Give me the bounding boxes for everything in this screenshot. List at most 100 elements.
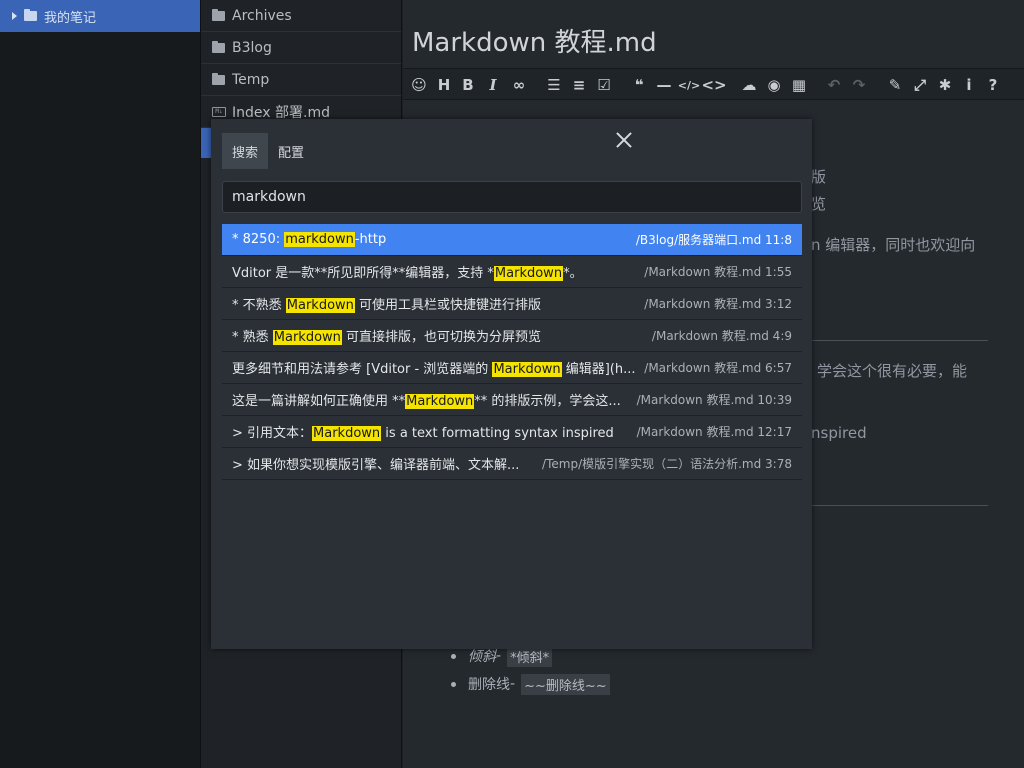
file-item-label: Archives xyxy=(232,7,292,24)
content-text: nspired xyxy=(811,424,867,442)
result-text: * 8250: markdown-http xyxy=(232,232,386,247)
info-icon[interactable]: i xyxy=(959,74,979,96)
result-text-pre: > 如果你想实现模版引擎、编译器前端、文本解... xyxy=(232,458,520,473)
tab-search[interactable]: 搜索 xyxy=(222,133,269,169)
record-icon[interactable]: ◉ xyxy=(764,74,784,96)
edit-mode-icon[interactable]: ✎ xyxy=(885,74,905,96)
emoji-icon[interactable]: ☺ xyxy=(409,74,429,96)
search-results: * 8250: markdown-http/B3log/服务器端口.md 11:… xyxy=(222,224,802,480)
result-text-pre: * 8250: xyxy=(232,232,285,247)
result-text: 这是一篇讲解如何正确使用 **Markdown** 的排版示例，学会这... xyxy=(232,390,621,409)
content-text: 学会这个很有必要，能 xyxy=(817,362,968,380)
bullet-dot xyxy=(451,653,456,659)
search-result-row[interactable]: * 不熟悉 Markdown 可使用工具栏或快捷键进行排版/Markdown 教… xyxy=(222,288,802,320)
line-icon[interactable]: — xyxy=(654,74,674,96)
tab-config[interactable]: 配置 xyxy=(268,133,314,169)
list-icon[interactable]: ☰ xyxy=(544,74,564,96)
expand-arrow-icon[interactable] xyxy=(12,12,17,20)
search-result-row[interactable]: * 熟悉 Markdown 可直接排版，也可切换为分屏预览/Markdown 教… xyxy=(222,320,802,352)
inline-code: ~~删除线~~ xyxy=(521,673,610,695)
notebook-tree: 我的笔记 xyxy=(0,0,201,768)
result-text: * 不熟悉 Markdown 可使用工具栏或快捷键进行排版 xyxy=(232,294,541,313)
result-path: /Markdown 教程.md 10:39 xyxy=(636,393,792,407)
inline-code-icon[interactable]: </> xyxy=(678,74,700,96)
result-path: /Markdown 教程.md 3:12 xyxy=(644,297,792,311)
list-item-sep: - xyxy=(510,676,516,692)
folder-icon xyxy=(212,8,225,21)
dialog-tabs: 搜索 配置 xyxy=(222,133,314,169)
search-result-row[interactable]: 更多细节和用法请参考 [Vditor - 浏览器端的 Markdown 编辑器]… xyxy=(222,352,802,384)
result-path: /Markdown 教程.md 6:57 xyxy=(644,361,792,375)
result-text: 更多细节和用法请参考 [Vditor - 浏览器端的 Markdown 编辑器]… xyxy=(232,358,636,377)
list-item-label: 删除线 xyxy=(468,677,510,693)
search-result-row[interactable]: > 引用文本：Markdown is a text formatting syn… xyxy=(222,416,802,448)
bullet-list: 倾斜 - *倾斜* 删除线 - ~~删除线~~ xyxy=(451,642,610,698)
result-text: > 如果你想实现模版引擎、编译器前端、文本解... xyxy=(232,454,519,473)
result-path: /Temp/模版引擎实现（二）语法分析.md 3:78 xyxy=(542,457,792,471)
help-icon[interactable]: ? xyxy=(983,74,1003,96)
file-item-b3log[interactable]: B3log xyxy=(201,32,401,64)
result-path: /Markdown 教程.md 4:9 xyxy=(651,329,792,343)
result-text-post: *。 xyxy=(563,266,583,281)
folder-icon xyxy=(24,9,37,21)
content-text: 版 xyxy=(811,168,827,186)
result-text-post: 可使用工具栏或快捷键进行排版 xyxy=(354,298,542,313)
search-result-row[interactable]: 这是一篇讲解如何正确使用 **Markdown** 的排版示例，学会这... /M… xyxy=(222,384,802,416)
ordered-list-icon[interactable]: ≡ xyxy=(569,74,589,96)
search-result-row[interactable]: Vditor 是一款**所见即所得**编辑器，支持 *Markdown*。 /Ma… xyxy=(222,256,802,288)
search-dialog: 搜索 配置 markdown * 8250: markdown-http/B3l… xyxy=(211,119,812,649)
folder-icon xyxy=(212,72,225,85)
close-icon[interactable] xyxy=(614,130,634,150)
fullscreen-icon[interactable]: ⤢ xyxy=(910,74,930,96)
result-text-pre: > 引用文本： xyxy=(232,426,313,441)
result-text-pre: Vditor 是一款**所见即所得**编辑器，支持 * xyxy=(232,266,494,281)
content-text: 览 xyxy=(811,195,827,213)
italic-icon[interactable]: I xyxy=(483,74,503,96)
divider xyxy=(811,340,988,341)
result-text-pre: * 熟悉 xyxy=(232,330,273,345)
file-item-label: B3log xyxy=(232,39,272,56)
folder-icon xyxy=(212,40,225,53)
result-path: /B3log/服务器端口.md 11:8 xyxy=(635,233,792,247)
divider xyxy=(811,505,988,506)
undo-icon[interactable]: ↶ xyxy=(824,74,844,96)
upload-icon[interactable]: ☁ xyxy=(739,74,759,96)
tree-item-label: 我的笔记 xyxy=(44,10,97,26)
markdown-file-icon: M↓ xyxy=(212,106,226,117)
result-highlight: Markdown xyxy=(493,266,564,281)
file-item-temp[interactable]: Temp xyxy=(201,64,401,96)
result-text-post: 可直接排版，也可切换为分屏预览 xyxy=(341,330,542,345)
result-text-pre: 这是一篇讲解如何正确使用 ** xyxy=(232,394,406,409)
result-highlight: markdown xyxy=(284,232,355,247)
search-input[interactable]: markdown xyxy=(222,181,802,213)
result-path: /Markdown 教程.md 1:55 xyxy=(644,265,792,279)
result-text-pre: * 不熟悉 xyxy=(232,298,286,313)
code-icon[interactable]: <> xyxy=(701,74,726,96)
debug-icon[interactable]: ✱ xyxy=(935,74,955,96)
editor-toolbar: ☺ H B I ∞ ☰ ≡ ☑ ❝ — </> <> ☁ ◉ ▦ ↶ ↷ ✎ ⤢… xyxy=(403,68,1024,100)
result-path: /Markdown 教程.md 12:17 xyxy=(636,425,792,439)
tree-item-root[interactable]: 我的笔记 xyxy=(0,0,200,32)
result-text: > 引用文本：Markdown is a text formatting syn… xyxy=(232,422,614,441)
heading-icon[interactable]: H xyxy=(434,74,454,96)
result-text: * 熟悉 Markdown 可直接排版，也可切换为分屏预览 xyxy=(232,326,541,345)
content-text: n 编辑器，同时也欢迎向 xyxy=(811,236,976,254)
table-icon[interactable]: ▦ xyxy=(789,74,809,96)
bold-icon[interactable]: B xyxy=(458,74,478,96)
search-result-row[interactable]: * 8250: markdown-http/B3log/服务器端口.md 11:… xyxy=(222,224,802,256)
search-result-row[interactable]: > 如果你想实现模版引擎、编译器前端、文本解... /Temp/模版引擎实现（二）… xyxy=(222,448,802,480)
quote-icon[interactable]: ❝ xyxy=(629,74,649,96)
result-highlight: Markdown xyxy=(492,362,562,377)
list-item: 删除线 - ~~删除线~~ xyxy=(451,670,610,698)
redo-icon[interactable]: ↷ xyxy=(849,74,869,96)
check-icon[interactable]: ☑ xyxy=(594,74,614,96)
file-item-archives[interactable]: Archives xyxy=(201,0,401,32)
link-icon[interactable]: ∞ xyxy=(509,74,529,96)
result-highlight: Markdown xyxy=(312,426,382,441)
result-highlight: Markdown xyxy=(272,330,342,345)
list-item-label: 倾斜 xyxy=(468,649,496,665)
selected-file-marker xyxy=(201,128,211,158)
result-highlight: Markdown xyxy=(285,298,355,313)
result-text-pre: 更多细节和用法请参考 [Vditor - 浏览器端的 xyxy=(232,362,493,377)
result-text-post: is a text formatting syntax inspired xyxy=(381,426,614,441)
